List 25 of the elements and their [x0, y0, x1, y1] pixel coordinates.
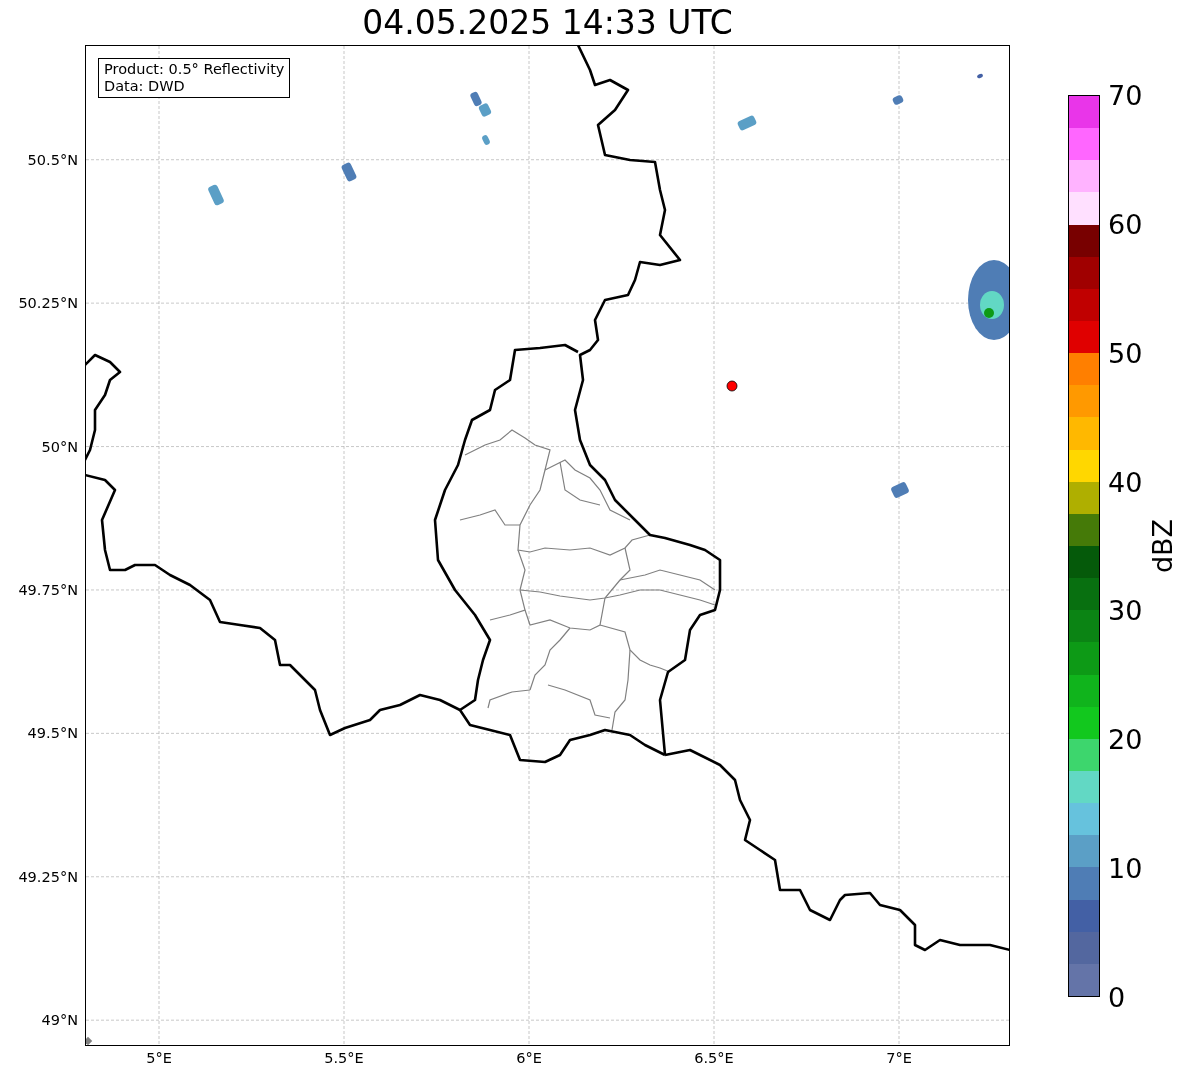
- latitude-label: 49.25°N: [18, 868, 78, 885]
- info-text: Data: DWD: [104, 78, 186, 95]
- longitude-label: 7°E: [886, 1050, 912, 1066]
- longitude-label: 5.5°E: [324, 1050, 364, 1066]
- longitude-label: 6°E: [516, 1050, 542, 1066]
- latitude-label: 50.25°N: [18, 295, 78, 312]
- latitude-label: 50°N: [41, 438, 78, 455]
- latitude-label: 49.75°N: [18, 581, 78, 598]
- colorbar-tick-label: 40: [1108, 468, 1143, 496]
- latitude-label: 49°N: [41, 1012, 78, 1029]
- colorbar-tick-label: 30: [1108, 596, 1143, 624]
- chart-title: 04.05.2025 14:33 UTC: [361, 2, 734, 44]
- colorbar-tick-label: 20: [1108, 725, 1143, 753]
- colorbar-tick-label: 60: [1108, 210, 1143, 238]
- longitude-label: 5°E: [146, 1050, 172, 1066]
- latitude-label: 49.5°N: [27, 725, 78, 742]
- colorbar-tick-label: 0: [1108, 983, 1126, 1011]
- longitude-label: 6.5°E: [694, 1050, 734, 1066]
- radar-site-marker: [726, 380, 738, 392]
- colorbar-tick-label: 10: [1108, 854, 1143, 882]
- info-text: Product: 0.5° Reflectivity: [104, 61, 285, 78]
- colorbar-tick-label: 50: [1108, 339, 1143, 367]
- colorbar-tick-label: 70: [1108, 81, 1143, 109]
- latitude-label: 50.5°N: [27, 151, 78, 168]
- colorbar-label: dBZ: [1146, 518, 1178, 574]
